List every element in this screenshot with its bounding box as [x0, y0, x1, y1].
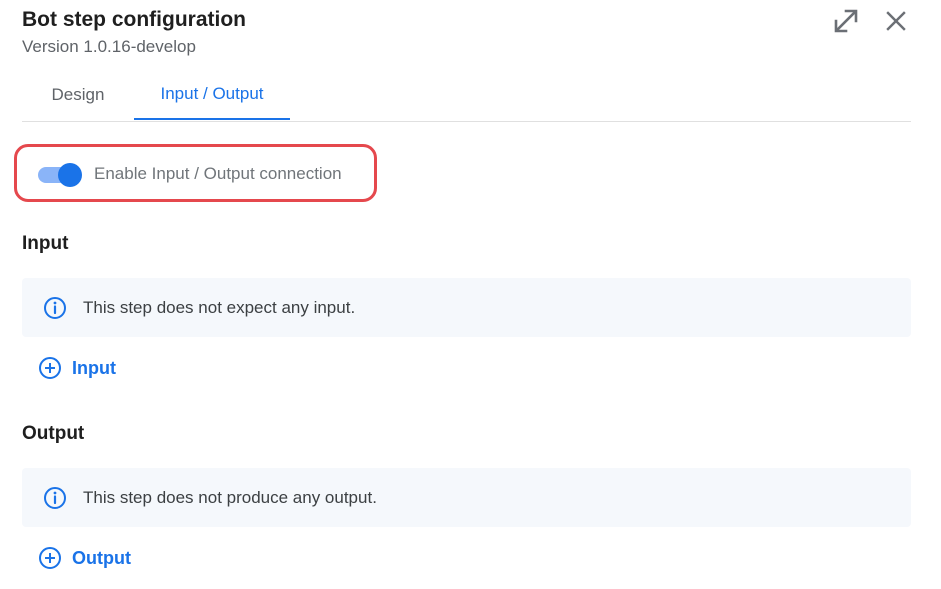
close-button[interactable] — [881, 8, 911, 38]
toggle-switch[interactable] — [36, 160, 84, 188]
enable-io-toggle[interactable]: Enable Input / Output connection — [36, 160, 342, 188]
output-info-box: This step does not produce any output. — [22, 468, 911, 527]
output-info-text: This step does not produce any output. — [83, 487, 377, 507]
add-input-label: Input — [72, 357, 116, 378]
close-icon — [885, 10, 907, 37]
tab-design[interactable]: Design — [22, 70, 134, 120]
tab-bar: Design Input / Output — [22, 70, 911, 122]
version-label: Version 1.0.16-develop — [22, 37, 196, 56]
output-section-title: Output — [22, 423, 85, 444]
tab-input-output[interactable]: Input / Output — [134, 70, 290, 120]
add-input-button[interactable]: Input — [38, 353, 116, 383]
toggle-thumb — [58, 163, 82, 187]
dialog-title: Bot step configuration — [22, 8, 246, 31]
info-icon — [43, 296, 67, 320]
add-circle-icon — [38, 356, 62, 380]
expand-button[interactable] — [831, 8, 861, 38]
input-section-title: Input — [22, 233, 69, 254]
expand-diagonal-icon — [832, 7, 860, 40]
toggle-label: Enable Input / Output connection — [94, 164, 342, 183]
add-output-button[interactable]: Output — [38, 543, 131, 573]
input-info-box: This step does not expect any input. — [22, 278, 911, 337]
add-circle-icon — [38, 546, 62, 570]
input-info-text: This step does not expect any input. — [83, 297, 356, 317]
add-output-label: Output — [72, 547, 131, 568]
info-icon — [43, 486, 67, 510]
